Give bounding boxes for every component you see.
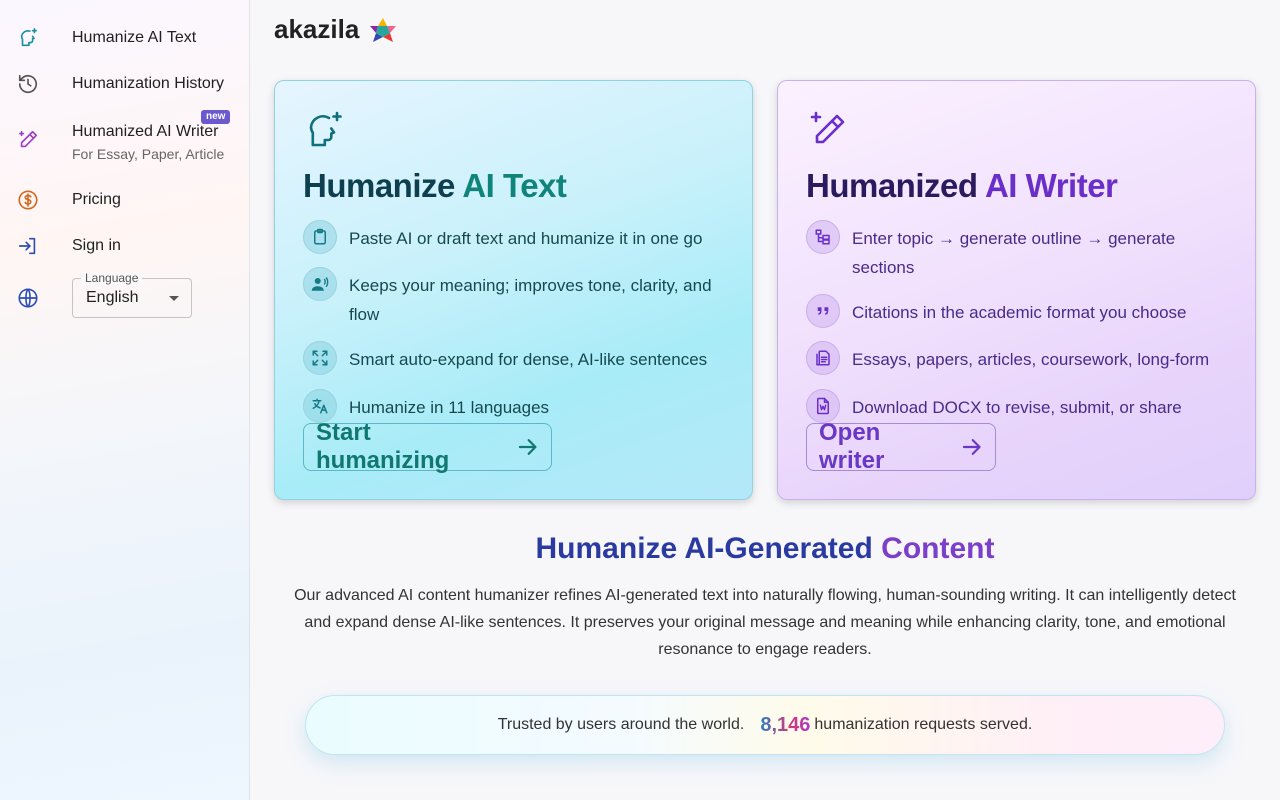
trust-suffix: humanization requests served. xyxy=(814,716,1033,733)
trust-banner: Trusted by users around the world. 8,146… xyxy=(305,695,1225,755)
humanized-ai-writer-card: Humanized AI Writer Enter topic → genera… xyxy=(777,80,1256,500)
sidebar-item-humanize-ai-text[interactable]: Humanize AI Text xyxy=(0,24,249,54)
sidebar-item-pricing[interactable]: Pricing xyxy=(0,186,249,216)
section-description: Our advanced AI content humanizer refine… xyxy=(294,587,1236,658)
history-icon xyxy=(16,72,40,96)
sidebar-item-label: Pricing xyxy=(72,191,121,208)
language-label: Language xyxy=(81,271,143,285)
login-icon xyxy=(16,234,40,258)
arrow-right-icon xyxy=(962,439,981,455)
brand[interactable]: akazila xyxy=(274,14,397,45)
brand-name: akazila xyxy=(274,14,360,44)
new-badge: new xyxy=(201,110,231,124)
sidebar-item-label: Humanization History xyxy=(72,75,225,92)
expand-icon xyxy=(303,341,337,375)
globe-icon xyxy=(16,286,40,310)
document-icon xyxy=(806,341,840,375)
outline-icon xyxy=(806,220,840,254)
person-voice-icon xyxy=(303,267,337,301)
sidebar-item-label: Humanized AI Writer xyxy=(72,123,219,140)
sidebar: Humanize AI Text Humanization History Hu… xyxy=(0,0,250,800)
caret-down-icon xyxy=(169,296,179,301)
sidebar-item-label: Humanize AI Text xyxy=(72,29,197,46)
trust-prefix: Trusted by users around the world. xyxy=(497,716,745,733)
head-sparkle-icon xyxy=(309,111,342,147)
sidebar-item-sublabel: For Essay, Paper, Article xyxy=(72,146,225,162)
clipboard-icon xyxy=(303,220,337,254)
language-select[interactable]: Language English xyxy=(72,271,192,318)
request-count: 8,146 xyxy=(760,713,811,736)
humanize-ai-text-card: Humanize AI Text Paste AI or draft text … xyxy=(274,80,753,500)
section-title: Humanize AI-Generated Content xyxy=(535,532,995,565)
quote-icon xyxy=(806,294,840,328)
card-title: Humanized AI Writer xyxy=(806,167,1118,204)
sidebar-item-sign-in[interactable]: Sign in xyxy=(0,232,249,262)
start-humanizing-button[interactable]: Start humanizing xyxy=(303,419,552,474)
language-value: English xyxy=(86,289,139,306)
dollar-icon xyxy=(16,188,40,212)
arrow-right-icon xyxy=(518,439,537,455)
head-sparkle-icon xyxy=(16,26,40,50)
pen-sparkle-icon xyxy=(16,128,40,152)
multicolor-star-logo xyxy=(370,17,397,42)
open-writer-button[interactable]: Open writer xyxy=(806,419,996,474)
pen-sparkle-icon xyxy=(810,111,845,144)
sidebar-item-label: Sign in xyxy=(72,237,121,254)
card-title: Humanize AI Text xyxy=(303,167,567,204)
translate-icon xyxy=(303,389,337,423)
word-file-icon xyxy=(806,389,840,423)
sidebar-item-humanization-history[interactable]: Humanization History xyxy=(0,70,249,100)
